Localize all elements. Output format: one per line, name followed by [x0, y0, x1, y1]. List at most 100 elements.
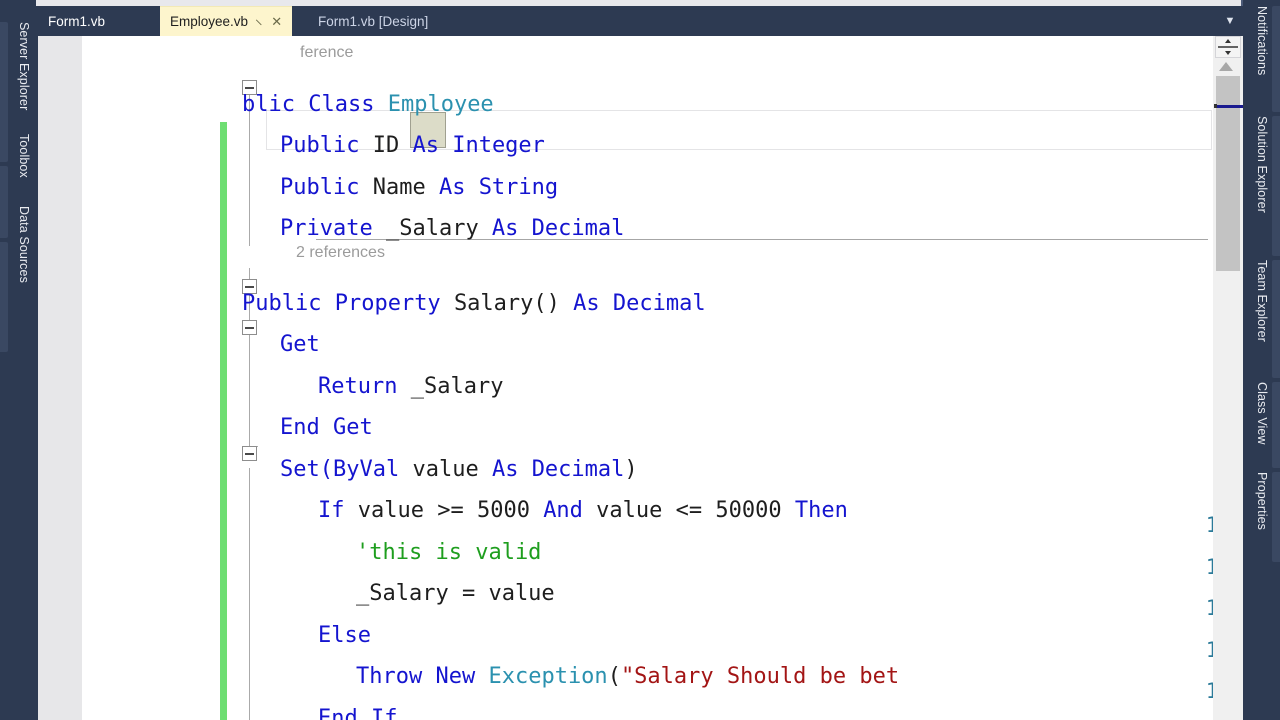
right-dock-strip-1 — [1272, 6, 1280, 112]
code-token: Public — [280, 133, 373, 158]
code-line-9[interactable]: Set(ByVal value As Decimal) — [280, 449, 638, 490]
sidebar-item-properties[interactable]: Properties — [1255, 472, 1269, 530]
left-dock-strip-3 — [0, 242, 8, 352]
code-token: End If — [318, 706, 398, 720]
code-token: Property — [334, 291, 454, 316]
sidebar-item-label: Solution Explorer — [1255, 116, 1269, 213]
code-token: As — [478, 216, 532, 241]
code-token: ByVal — [332, 457, 413, 482]
right-dock: Notifications Solution Explorer Team Exp… — [1243, 0, 1280, 720]
close-icon[interactable]: ✕ — [271, 15, 282, 28]
code-line-1[interactable]: blic Class Employee — [242, 84, 494, 125]
sidebar-item-solution-explorer[interactable]: Solution Explorer — [1255, 116, 1269, 213]
code-token: String — [478, 175, 559, 200]
code-line-3[interactable]: Public Name As String — [280, 167, 558, 208]
code-token: Public — [280, 175, 373, 200]
tab-employee-vb[interactable]: Employee.vb – ✕ — [160, 6, 293, 36]
code-token: Exception — [488, 664, 608, 689]
code-token: Name — [372, 175, 426, 200]
code-line-15[interactable]: End If — [318, 698, 397, 720]
sidebar-item-label: Properties — [1255, 472, 1269, 530]
sidebar-item-class-view[interactable]: Class View — [1255, 382, 1269, 445]
sidebar-item-server-explorer[interactable]: Server Explorer — [17, 22, 31, 110]
code-token: And — [543, 498, 597, 523]
code-editor[interactable]: ference 2 references 1 2 3 4 5 6 7 8 9 1… — [38, 36, 1243, 720]
code-token: Return — [318, 374, 411, 399]
code-token: Public — [242, 291, 335, 316]
code-token: End Get — [280, 415, 373, 440]
code-token: Set( — [280, 457, 333, 482]
code-line-11[interactable]: 'this is valid — [356, 532, 541, 573]
code-line-13[interactable]: Else — [318, 615, 371, 656]
right-dock-strip-3 — [1272, 260, 1280, 378]
code-token: value — [412, 457, 479, 482]
code-token: _Salary — [385, 216, 479, 241]
code-text-layer[interactable]: blic Class Employee Public ID As Integer P… — [38, 36, 1243, 720]
right-dock-strip-2 — [1272, 116, 1280, 256]
code-line-14[interactable]: Throw New Exception("Salary Should be be… — [356, 656, 899, 697]
code-token: "Salary Should be bet — [620, 664, 900, 689]
sidebar-item-label: Class View — [1255, 382, 1269, 445]
code-token: blic — [242, 92, 309, 117]
code-line-10[interactable]: If value >= 5000 And value <= 50000 Then — [318, 490, 848, 531]
code-token: Throw — [356, 664, 436, 689]
code-token: As — [478, 457, 532, 482]
sidebar-item-data-sources[interactable]: Data Sources — [17, 206, 31, 283]
code-line-2[interactable]: Public ID As Integer — [280, 125, 545, 166]
code-token: value <= 50000 — [596, 498, 795, 523]
code-line-5[interactable]: Public Property Salary() As Decimal — [242, 283, 706, 324]
code-token: New — [435, 664, 489, 689]
left-dock: Server Explorer Toolbox Data Sources — [0, 6, 38, 720]
code-token: value >= 5000 — [357, 498, 544, 523]
code-line-4[interactable]: Private _Salary As Decimal — [280, 208, 624, 249]
left-dock-strip-2 — [0, 166, 8, 238]
pin-icon[interactable]: – — [252, 14, 268, 30]
split-view-icon — [1218, 39, 1238, 55]
code-token: As — [573, 291, 613, 316]
sidebar-item-notifications[interactable]: Notifications — [1255, 6, 1269, 75]
sidebar-item-label: Data Sources — [17, 206, 31, 283]
code-line-8[interactable]: End Get — [280, 407, 373, 448]
code-token: If — [318, 498, 358, 523]
right-dock-strip-4 — [1272, 382, 1280, 468]
tab-form1-vb[interactable]: Form1.vb — [38, 6, 116, 36]
code-token: () — [533, 291, 574, 316]
sidebar-item-team-explorer[interactable]: Team Explorer — [1255, 260, 1269, 342]
sidebar-item-toolbox[interactable]: Toolbox — [17, 134, 31, 178]
sidebar-item-label: Notifications — [1255, 6, 1269, 76]
tab-label: Form1.vb [Design] — [318, 13, 429, 29]
sidebar-item-label: Team Explorer — [1255, 260, 1269, 342]
sidebar-item-label: Toolbox — [17, 134, 31, 178]
code-token: Decimal — [531, 216, 625, 241]
code-token: 'this is valid — [356, 540, 542, 565]
code-token: Private — [280, 216, 386, 241]
visual-studio-window: Server Explorer Toolbox Data Sources Not… — [0, 0, 1280, 720]
scrollbar-caret-marker — [1217, 105, 1243, 108]
code-token: Get — [280, 332, 320, 357]
code-token: _Salary = value — [356, 581, 555, 606]
code-token: Integer — [452, 133, 545, 158]
tab-form1-vb-design[interactable]: Form1.vb [Design] — [308, 6, 438, 36]
code-token: _Salary — [410, 374, 504, 399]
code-token: Then — [794, 498, 848, 523]
left-dock-strip-1 — [0, 22, 8, 162]
code-token: ( — [607, 664, 621, 689]
sidebar-item-label: Server Explorer — [17, 22, 31, 111]
tab-label: Employee.vb — [170, 14, 249, 29]
tab-label: Form1.vb — [48, 13, 106, 29]
code-token: Else — [318, 623, 371, 648]
code-line-7[interactable]: Return _Salary — [318, 366, 503, 407]
code-token: As — [425, 175, 479, 200]
code-token: As — [399, 133, 453, 158]
split-view-button[interactable] — [1215, 36, 1241, 58]
code-token: Salary — [453, 291, 534, 316]
code-line-12[interactable]: _Salary = value — [356, 573, 555, 614]
code-token: ID — [372, 133, 400, 158]
code-token: Employee — [387, 92, 494, 117]
right-dock-strip-5 — [1272, 472, 1280, 562]
code-token: Decimal — [612, 291, 706, 316]
code-line-6[interactable]: Get — [280, 324, 320, 365]
code-token: Class — [308, 92, 388, 117]
scroll-up-arrow-icon[interactable] — [1219, 62, 1233, 71]
chevron-down-icon[interactable]: ▼ — [1221, 14, 1239, 28]
